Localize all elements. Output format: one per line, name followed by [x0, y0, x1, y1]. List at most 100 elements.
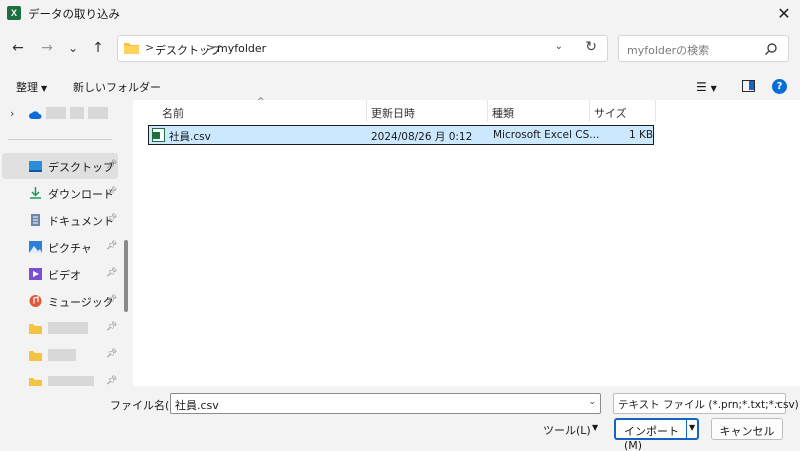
filename-value: 社員.csv — [175, 399, 219, 412]
filetype-select[interactable]: テキスト ファイル (*.prn;*.txt;*.csv) ⌄ — [613, 393, 799, 414]
new-folder-button[interactable]: 新しいフォルダー — [73, 79, 161, 95]
cancel-label: キャンセル — [719, 425, 775, 438]
folder-icon — [124, 43, 139, 54]
navigation-bar: ← → ⌄ ↑ > デスクトップ > myfolder ⌄ ↻ myfolder… — [0, 30, 800, 68]
divider — [8, 139, 112, 140]
navigation-pane: › デスクトップ 📌︎ ダウンロード 📌︎ ドキュメント 📌︎ ピクチャ 📌︎ … — [0, 100, 132, 386]
pin-icon[interactable]: 📌︎ — [106, 268, 117, 278]
help-icon[interactable]: ? — [772, 79, 787, 94]
breadcrumb-separator: > — [206, 41, 216, 54]
folder-icon — [29, 351, 42, 361]
tools-button[interactable]: ツール(L) — [543, 422, 591, 438]
column-divider[interactable] — [366, 100, 367, 122]
pin-icon[interactable]: 📌︎ — [106, 349, 117, 359]
column-divider[interactable] — [655, 100, 656, 122]
close-button[interactable]: ✕ — [768, 0, 800, 28]
breadcrumb-myfolder[interactable]: myfolder — [217, 42, 266, 55]
pin-icon[interactable]: 📌︎ — [106, 160, 117, 170]
redacted-text — [48, 322, 88, 334]
redacted-text — [70, 107, 84, 119]
redacted-text — [46, 107, 66, 119]
pin-icon[interactable]: 📌︎ — [106, 376, 117, 386]
file-row[interactable]: 社員.csv 2024/08/26 月 0:12 Microsoft Excel… — [148, 125, 654, 145]
sidebar-item-folder[interactable]: 📌︎ — [2, 342, 118, 368]
caret-down-icon: ▼ — [41, 84, 48, 93]
sidebar-item-downloads[interactable]: ダウンロード 📌︎ — [2, 180, 118, 206]
pin-icon[interactable]: 📌︎ — [106, 214, 117, 224]
bottom-panel: ファイル名(N): 社員.csv ⌄ テキスト ファイル (*.prn;*.tx… — [0, 386, 800, 451]
recent-locations-button[interactable]: ⌄ — [64, 39, 82, 57]
chevron-down-icon: ⌄ — [773, 397, 781, 407]
file-name: 社員.csv — [169, 131, 211, 143]
music-icon — [29, 295, 42, 307]
sidebar-item-desktop[interactable]: デスクトップ 📌︎ — [2, 153, 118, 179]
redacted-text — [48, 349, 76, 361]
sidebar-scrollbar[interactable] — [124, 240, 128, 312]
sidebar-item-folder[interactable]: 📌︎ — [2, 315, 118, 341]
organize-button[interactable]: 整理 ▼ — [16, 79, 47, 95]
address-bar[interactable]: > デスクトップ > myfolder ⌄ ↻ — [117, 35, 608, 62]
address-history-chevron-icon[interactable]: ⌄ — [555, 41, 563, 52]
pin-icon[interactable]: 📌︎ — [106, 322, 117, 332]
title-bar: X データの取り込み ✕ — [0, 0, 800, 28]
sidebar-item-label: ダウンロード — [48, 188, 114, 201]
column-header-type[interactable]: 種類 — [492, 105, 514, 121]
preview-pane-icon[interactable] — [742, 80, 755, 92]
pin-icon[interactable]: 📌︎ — [106, 295, 117, 305]
sidebar-item-label: ピクチャ — [48, 242, 92, 255]
video-icon — [29, 268, 42, 280]
column-header-name[interactable]: 名前 — [162, 105, 184, 121]
sidebar-item-label: ビデオ — [48, 269, 81, 282]
column-divider[interactable] — [487, 100, 488, 122]
command-toolbar: 整理 ▼ 新しいフォルダー ☰ ▼ ? — [0, 72, 800, 100]
sidebar-item-pictures[interactable]: ピクチャ 📌︎ — [2, 234, 118, 260]
redacted-text — [88, 107, 108, 119]
filetype-value: テキスト ファイル (*.prn;*.txt;*.csv) — [618, 399, 799, 411]
sort-ascending-icon: ^ — [257, 97, 265, 107]
search-box[interactable]: myfolderの検索 — [618, 35, 789, 62]
organize-label: 整理 — [16, 81, 38, 94]
sidebar-item-documents[interactable]: ドキュメント 📌︎ — [2, 207, 118, 233]
column-header-modified[interactable]: 更新日時 — [371, 105, 415, 121]
breadcrumb-separator: > — [145, 41, 155, 54]
desktop-icon — [29, 161, 42, 172]
split-divider — [686, 420, 687, 438]
file-size: 1 KB — [629, 129, 654, 141]
search-icon[interactable] — [764, 42, 778, 56]
excel-app-icon: X — [7, 6, 21, 20]
excel-csv-file-icon — [152, 128, 165, 142]
caret-down-icon[interactable]: ▼ — [592, 423, 598, 432]
folder-icon — [29, 378, 42, 386]
chevron-down-icon[interactable]: ⌄ — [588, 397, 596, 407]
import-button[interactable]: インポート(M) ▼ — [614, 418, 699, 451]
sidebar-item-music[interactable]: ミュージック 📌︎ — [2, 288, 118, 314]
folder-icon — [29, 324, 42, 334]
file-modified: 2024/08/26 月 0:12 — [371, 131, 473, 143]
sidebar-item-label: ドキュメント — [48, 215, 114, 228]
download-icon — [30, 187, 41, 199]
refresh-icon[interactable]: ↻ — [585, 39, 597, 55]
file-list-pane: ^ 名前 更新日時 種類 サイズ 社員.csv 2024/08/26 月 0:1… — [133, 97, 800, 386]
sidebar-item-label: ミュージック — [48, 296, 114, 309]
search-input[interactable]: myfolderの検索 — [627, 42, 709, 58]
onedrive-icon — [29, 111, 42, 119]
back-button[interactable]: ← — [9, 39, 27, 57]
redacted-text — [48, 376, 94, 386]
window-title: データの取り込み — [28, 7, 120, 21]
file-type: Microsoft Excel CS... — [493, 129, 600, 141]
cancel-button[interactable]: キャンセル — [711, 418, 783, 440]
pin-icon[interactable]: 📌︎ — [106, 187, 117, 197]
column-divider[interactable] — [589, 100, 590, 122]
column-header-size[interactable]: サイズ — [594, 105, 627, 121]
view-options-icon[interactable]: ☰ ▼ — [696, 80, 717, 94]
pin-icon[interactable]: 📌︎ — [106, 241, 117, 251]
sidebar-item-videos[interactable]: ビデオ 📌︎ — [2, 261, 118, 287]
filename-field[interactable]: 社員.csv ⌄ — [170, 393, 601, 414]
expand-chevron-icon[interactable]: › — [10, 107, 14, 120]
forward-button[interactable]: → — [38, 39, 56, 57]
sidebar-item-folder[interactable]: 📌︎ — [2, 369, 118, 386]
sidebar-item-label: デスクトップ — [48, 161, 114, 174]
caret-down-icon[interactable]: ▼ — [689, 423, 695, 432]
up-button[interactable]: ↑ — [89, 39, 107, 57]
pictures-icon — [29, 241, 42, 253]
